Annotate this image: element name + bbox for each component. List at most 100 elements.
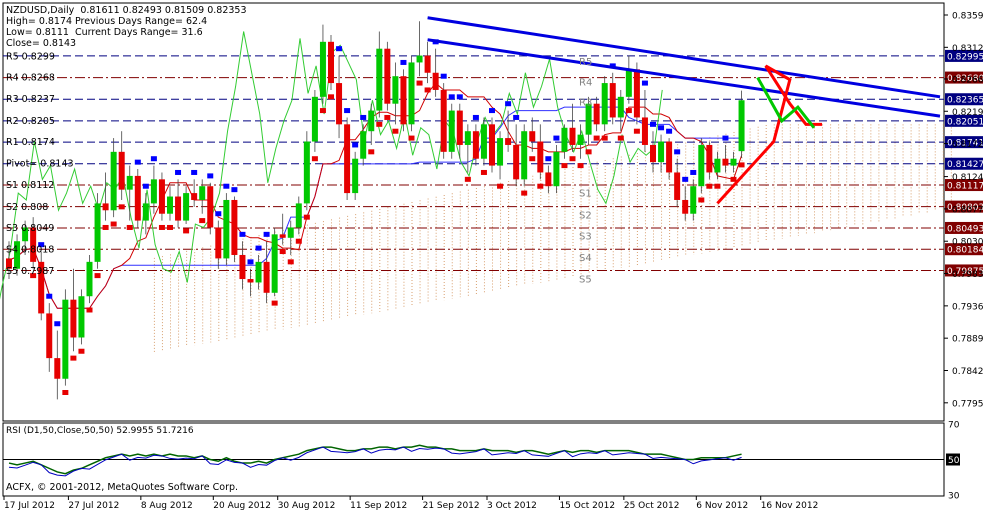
sar-dot <box>328 94 334 100</box>
copyright: ACFX, © 2001-2012, MetaQuotes Software C… <box>6 482 239 493</box>
x-tick-label: 30 Aug 2012 <box>278 501 336 511</box>
pivot-label: R1 0.8174 <box>6 137 55 148</box>
sar-dot <box>666 128 673 134</box>
candle-body <box>690 186 697 214</box>
x-tick-label: 15 Oct 2012 <box>559 501 615 511</box>
sar-dot <box>207 173 214 179</box>
sar-dot <box>279 249 286 255</box>
candle-body <box>424 55 431 73</box>
zone-label: R4 <box>579 78 592 89</box>
candle-body <box>448 110 455 152</box>
x-tick-label: 6 Nov 2012 <box>696 501 748 511</box>
sar-dot <box>319 108 326 114</box>
candle-body <box>167 196 173 214</box>
level-badge-label: 0.82995 <box>947 52 983 62</box>
x-tick-label: 17 Jul 2012 <box>4 501 55 511</box>
candle-body <box>408 62 415 125</box>
candle-body <box>625 69 632 97</box>
candle-body <box>545 172 552 187</box>
pivot-label: R3 0.8237 <box>6 94 55 105</box>
sar-dot <box>408 135 415 141</box>
x-tick-label: 16 Nov 2012 <box>761 501 819 511</box>
candle-body <box>738 100 745 152</box>
sar-dot <box>505 101 512 107</box>
candle-body <box>569 127 576 145</box>
sar-dot <box>698 197 705 203</box>
sar-dot <box>142 183 149 189</box>
sar-dot <box>247 259 254 265</box>
x-tick-label: 11 Sep 2012 <box>350 501 407 511</box>
zone-label: R3 <box>579 98 592 109</box>
level-badge-label: 0.82365 <box>947 96 983 106</box>
x-tick-label: 3 Oct 2012 <box>487 501 537 511</box>
header-prev-range: Previous Days Range= 62.4 <box>75 16 208 27</box>
y-tick-label: 0.83120 <box>952 44 983 54</box>
sar-dot <box>617 135 624 141</box>
sar-dot <box>521 190 528 196</box>
candle-body <box>102 203 109 211</box>
sar-dot <box>577 163 584 169</box>
y-tick-label: 0.82190 <box>952 108 983 118</box>
sar-dot <box>480 169 487 175</box>
y-tick-label: 0.82660 <box>952 75 983 85</box>
sar-dot <box>183 228 190 234</box>
zone-label: S2 <box>579 210 592 221</box>
sar-dot <box>54 321 61 327</box>
candle-body <box>432 72 439 90</box>
candle-body <box>191 193 198 200</box>
sar-dot <box>497 183 504 189</box>
candle-body <box>682 199 689 214</box>
candle-body <box>295 203 302 228</box>
sar-dot <box>529 156 536 162</box>
sar-dot <box>674 149 681 155</box>
header-symbol: NZDUSD,Daily 0.81611 0.82493 0.81509 0.8… <box>6 5 247 16</box>
candle-body <box>279 234 286 238</box>
candle-body <box>360 131 367 159</box>
sar-dot <box>223 183 230 189</box>
sar-dot <box>158 224 165 230</box>
candle-body <box>255 261 262 283</box>
sar-dot <box>70 355 77 361</box>
sar-dot <box>271 300 278 306</box>
sar-dot <box>336 46 343 52</box>
sar-dot <box>706 183 713 189</box>
pivot-label: R5 0.8299 <box>6 51 55 62</box>
candle-body <box>384 48 391 104</box>
sar-dot <box>126 224 133 230</box>
x-tick-label: 21 Sep 2012 <box>423 501 480 511</box>
sar-dot <box>360 114 367 120</box>
sar-dot <box>714 183 721 189</box>
candle-body <box>521 131 528 180</box>
level-badge-label: 0.82051 <box>947 117 983 127</box>
sar-dot <box>625 108 632 114</box>
sar-dot <box>62 389 69 395</box>
sar-dot <box>167 224 173 230</box>
candle-body <box>472 131 479 159</box>
sar-dot <box>110 221 117 227</box>
sar-dot <box>78 348 85 354</box>
header-curr-range: Current Days Range= 31.6 <box>75 27 203 38</box>
sar-dot <box>633 128 640 134</box>
candle-body <box>46 313 53 359</box>
candle-body <box>714 158 721 173</box>
candle-body <box>593 103 600 125</box>
y-tick-label: 0.78420 <box>952 367 983 377</box>
x-tick-label: 27 Jul 2012 <box>68 501 119 511</box>
sar-dot <box>134 159 141 165</box>
candle-body <box>489 124 495 166</box>
sar-dot <box>102 224 109 230</box>
candle-body <box>497 138 504 166</box>
candle-body <box>400 76 407 125</box>
y-tick-label: 0.78890 <box>952 335 983 345</box>
header-close: Close= 0.8143 <box>6 38 77 49</box>
pivot-label: Pivot= 0.8143 <box>6 159 74 170</box>
candle-body <box>319 41 326 97</box>
sar-dot <box>593 135 600 141</box>
sar-dot <box>311 156 318 162</box>
candle-body <box>513 144 520 180</box>
sar-dot <box>513 114 520 120</box>
sar-dot <box>682 176 689 182</box>
candle-body <box>698 144 705 187</box>
candle-body <box>62 299 69 379</box>
zone-label: S5 <box>579 274 592 285</box>
